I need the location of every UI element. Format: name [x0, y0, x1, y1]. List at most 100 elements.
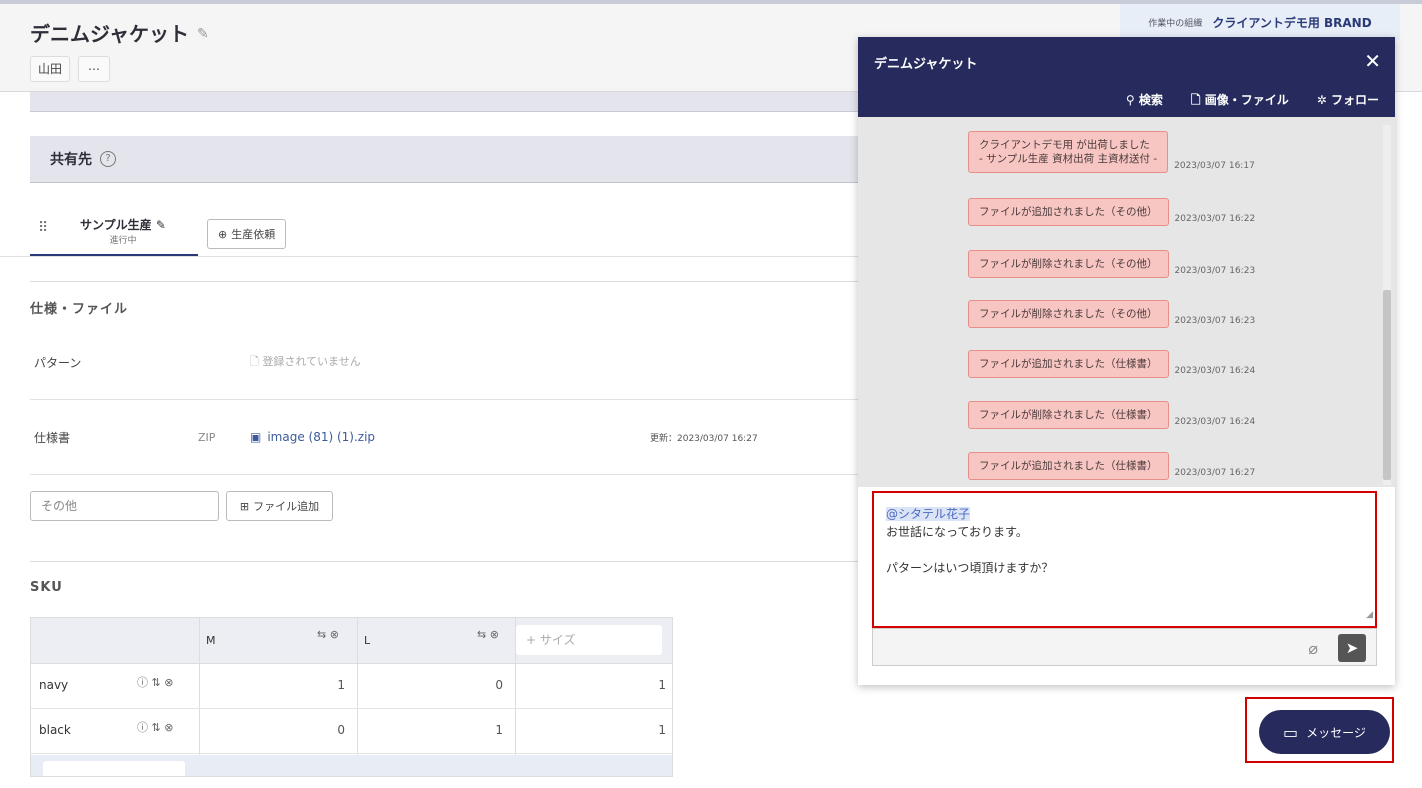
tab-status: 進行中 [109, 236, 137, 246]
sku-table: M ⇆ ⊗ L ⇆ ⊗ + サイズ navy ⓘ ⇅ ⊗ 1 0 1 black… [30, 617, 673, 777]
file-link[interactable]: ▣ image (81) (1).zip [250, 430, 375, 444]
add-size-input[interactable]: + サイズ [516, 625, 662, 655]
chat-message-time: 2023/03/07 16:24 [1174, 417, 1256, 427]
file-name: image (81) (1).zip [267, 430, 376, 444]
collapsed-section-strip [30, 92, 860, 112]
sku-row: navy ⓘ ⇅ ⊗ 1 0 1 [31, 664, 672, 709]
chat-bubble-icon: ▭ [1283, 722, 1299, 742]
page-title: デニムジャケット ✎ [30, 18, 211, 47]
section-divider [30, 561, 860, 562]
chat-files-button[interactable]: 🗋 画像・ファイル [1191, 91, 1289, 112]
chat-follow-button[interactable]: ✲ フォロー [1317, 91, 1379, 112]
document-icon: 🗋 [1190, 93, 1201, 107]
org-name: クライアントデモ用 BRAND [1212, 15, 1372, 30]
sku-column-m: M [206, 634, 216, 647]
drag-handle-icon[interactable]: ⠿ [38, 220, 48, 236]
file-row-pattern: パターン 🗋 登録されていません [30, 325, 860, 400]
chat-message-time: 2023/03/07 16:24 [1174, 366, 1256, 376]
chat-search-button[interactable]: ⚲ 検索 [1126, 91, 1163, 112]
chat-search-label: 検索 [1138, 93, 1163, 107]
chat-scrollbar-thumb[interactable] [1383, 290, 1391, 480]
sku-color-name: navy [39, 678, 69, 692]
other-category-input[interactable]: その他 [30, 491, 219, 521]
sku-row-controls-icon[interactable]: ⓘ ⇅ ⊗ [137, 719, 173, 735]
chat-compose-textarea[interactable]: @シタテル花子 お世話になっております。 パターンはいつ頃頂けますか？ ◢ [872, 491, 1377, 628]
edit-tab-icon[interactable]: ✎ [156, 218, 166, 232]
message-button-label: メッセージ [1306, 725, 1366, 740]
chat-message: ファイルが追加されました（仕様書） 2023/03/07 16:27 [968, 452, 1255, 480]
chat-bubble: クライアントデモ用 が出荷しました - サンプル生産 資材出荷 主資材送付 - [968, 131, 1169, 173]
assignee-chip[interactable]: 山田 [30, 56, 71, 82]
document-icon: 🗋 [250, 354, 259, 368]
message-button[interactable]: ▭ メッセージ [1259, 710, 1390, 754]
chat-scrollbar[interactable] [1383, 125, 1391, 485]
chat-bubble-subtext: - サンプル生産 資材出荷 主資材送付 - [979, 153, 1158, 165]
file-row-label: 仕様書 [34, 430, 71, 445]
tab-sample-production[interactable]: ⠿ サンプル生産 ✎ 進行中 [30, 206, 198, 256]
chat-message: ファイルが削除されました（その他） 2023/03/07 16:23 [968, 300, 1255, 328]
chat-files-label: 画像・ファイル [1204, 93, 1289, 107]
chat-bubble: ファイルが追加されました（仕様書） [968, 350, 1169, 378]
chat-message-time: 2023/03/07 16:27 [1174, 468, 1256, 478]
share-section-header[interactable]: 共有先 ? [30, 136, 860, 183]
org-label: 作業中の組織 [1148, 18, 1203, 29]
sku-quantity[interactable]: 1 [315, 678, 345, 692]
header-chips: 山田 ⋯ [30, 56, 111, 82]
sku-quantity[interactable]: 0 [315, 723, 345, 737]
file-empty-text: 登録されていません [262, 354, 361, 368]
search-icon: ⚲ [1125, 93, 1135, 107]
edit-title-icon[interactable]: ✎ [197, 26, 211, 42]
sku-add-row-area [31, 755, 672, 776]
chat-bubble: ファイルが削除されました（その他） [968, 250, 1169, 278]
swap-column-icon[interactable]: ⇆ ⊗ [477, 628, 499, 641]
chat-bubble: ファイルが追加されました（仕様書） [968, 452, 1169, 480]
chat-message-list[interactable]: クライアントデモ用 が出荷しました - サンプル生産 資材出荷 主資材送付 - … [858, 117, 1395, 487]
tab-name: サンプル生産 ✎ [78, 216, 168, 233]
more-options-chip[interactable]: ⋯ [78, 56, 111, 82]
chat-message-time: 2023/03/07 16:23 [1174, 266, 1256, 276]
tab-text: サンプル生産 ✎ 進行中 [78, 216, 168, 246]
sku-color-name: black [39, 723, 71, 737]
page-title-text: デニムジャケット [30, 22, 189, 46]
chat-message: ファイルが追加されました（仕様書） 2023/03/07 16:24 [968, 350, 1255, 378]
chat-bubble: ファイルが追加されました（その他） [968, 198, 1169, 226]
chat-message-time: 2023/03/07 16:22 [1174, 214, 1256, 224]
add-color-input[interactable] [43, 761, 185, 776]
chat-bubble: ファイルが削除されました（その他） [968, 300, 1169, 328]
add-file-icon: ⊞ [239, 499, 250, 513]
section-divider [30, 281, 860, 282]
production-tabs: ⠿ サンプル生産 ✎ 進行中 ⊕ 生産依頼 [0, 206, 860, 257]
chat-header: デニムジャケット ✕ ⚲ 検索 🗋 画像・ファイル ✲ フォロー [858, 37, 1395, 117]
sku-quantity[interactable]: 1 [636, 678, 666, 692]
plus-circle-icon: ⊕ [218, 227, 228, 241]
compose-blank-line [886, 541, 1363, 559]
send-button[interactable]: ➤ [1338, 634, 1366, 662]
sku-row: black ⓘ ⇅ ⊗ 0 1 1 [31, 709, 672, 754]
file-updated-date: 更新：2023/03/07 16:27 [650, 433, 758, 444]
production-request-button[interactable]: ⊕ 生産依頼 [207, 219, 287, 249]
close-icon[interactable]: ✕ [1364, 49, 1381, 73]
swap-column-icon[interactable]: ⇆ ⊗ [317, 628, 339, 641]
help-icon[interactable]: ? [100, 151, 116, 167]
sku-row-controls-icon[interactable]: ⓘ ⇅ ⊗ [137, 674, 173, 690]
resize-handle-icon[interactable]: ◢ [1366, 606, 1373, 624]
sku-quantity[interactable]: 0 [473, 678, 503, 692]
chat-message-time: 2023/03/07 16:23 [1174, 316, 1256, 326]
attach-icon[interactable]: ⌀ [1308, 639, 1318, 658]
sku-quantity[interactable]: 1 [636, 723, 666, 737]
sku-section-title: SKU [30, 580, 63, 595]
archive-icon: ▣ [250, 430, 262, 444]
file-type: ZIP [198, 430, 216, 444]
compose-line: お世話になっております。 [886, 525, 1028, 539]
sku-column-l: L [364, 634, 371, 647]
file-row-label: パターン [34, 355, 82, 370]
sku-quantity[interactable]: 1 [473, 723, 503, 737]
file-empty-state: 🗋 登録されていません [250, 353, 361, 372]
add-file-button[interactable]: ⊞ ファイル追加 [226, 491, 333, 521]
chat-actions: ⚲ 検索 🗋 画像・ファイル ✲ フォロー [1126, 91, 1379, 112]
chat-follow-label: フォロー [1330, 93, 1379, 107]
org-indicator: 作業中の組織 クライアントデモ用 BRAND [1120, 4, 1400, 40]
compose-line: パターンはいつ頃頂けますか？ [886, 561, 1054, 575]
gear-icon: ✲ [1316, 93, 1327, 107]
chat-title: デニムジャケット [874, 57, 978, 72]
